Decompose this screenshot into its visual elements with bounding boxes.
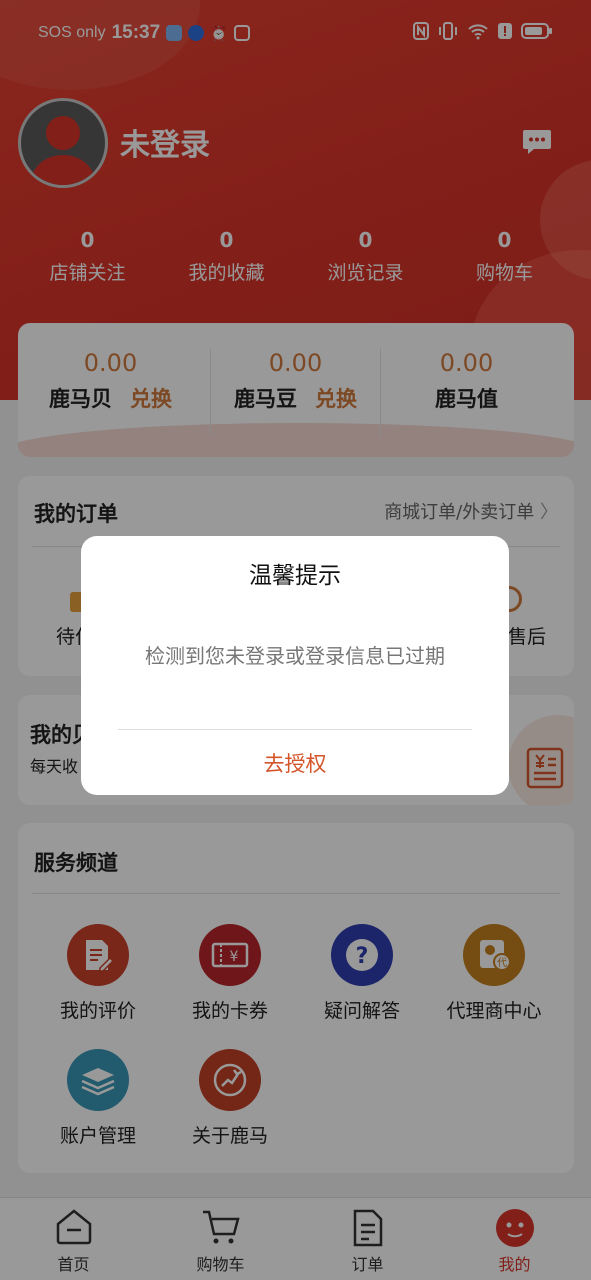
dialog-message: 检测到您未登录或登录信息已过期 bbox=[145, 644, 445, 668]
dialog-title: 温馨提示 bbox=[249, 563, 341, 589]
dialog-divider bbox=[118, 729, 472, 730]
authorize-button[interactable]: 去授权 bbox=[81, 748, 509, 778]
login-prompt-dialog: 温馨提示 检测到您未登录或登录信息已过期 去授权 bbox=[81, 536, 509, 795]
